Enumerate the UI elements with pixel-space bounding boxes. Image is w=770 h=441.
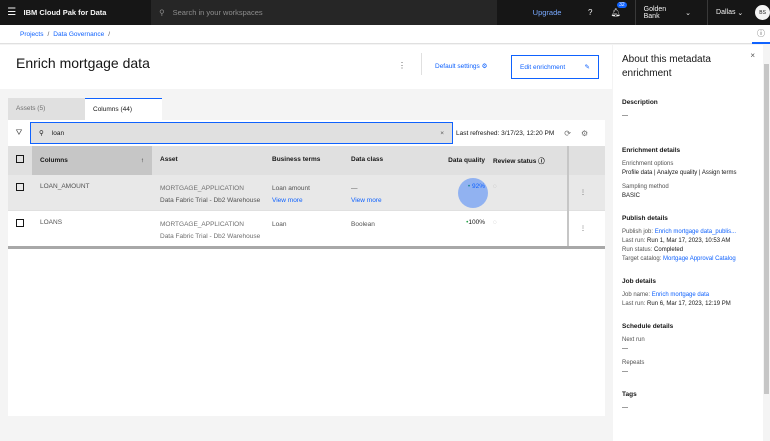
business-term: Loan: [272, 221, 287, 228]
pencil-icon: ✎: [584, 64, 590, 71]
clear-icon[interactable]: ×: [440, 130, 444, 137]
asset-source: Data Fabric Trial - Db2 Warehouse: [160, 197, 261, 204]
filter-icon[interactable]: ⛛: [8, 128, 30, 138]
search-icon: ⚲: [39, 130, 44, 137]
sort-arrow-icon: ↑: [140, 156, 144, 164]
search-icon: ⚲: [159, 8, 165, 17]
global-search[interactable]: ⚲ Search in your workspaces: [151, 0, 497, 25]
tab-assets[interactable]: Assets (5): [8, 98, 85, 120]
table-row[interactable]: LOANS MORTGAGE_APPLICATION Data Fabric Tr…: [8, 211, 605, 247]
upgrade-link[interactable]: Upgrade: [533, 8, 562, 17]
enrichment-heading: Enrichment details: [622, 147, 681, 154]
default-settings-button[interactable]: Default settings ⚙: [435, 62, 487, 70]
options-label: Enrichment options: [622, 161, 674, 167]
tab-columns[interactable]: Columns (44): [85, 98, 162, 120]
notification-icon[interactable]: 🔔︎ 32: [605, 2, 627, 17]
sampling-value: BASIC: [622, 193, 641, 199]
table-toolbar: ⛛ ⚲ loan × Last refreshed: 3/17/23, 12:20 …: [8, 120, 605, 146]
header-columns[interactable]: Columns ↑: [32, 145, 152, 175]
asset-name[interactable]: MORTGAGE_APPLICATION: [160, 183, 272, 195]
settings-icon[interactable]: ⚙: [581, 129, 588, 138]
sampling-label: Sampling method: [622, 184, 669, 190]
table-row[interactable]: LOAN_AMOUNT MORTGAGE_APPLICATION Data Fab…: [8, 175, 605, 211]
job-last-run: Run 6, Mar 17, 2023, 12:19 PM: [647, 301, 731, 307]
header-actions: [567, 145, 597, 175]
row-overflow-menu-icon[interactable]: ⋮: [567, 175, 597, 211]
view-more-link[interactable]: View more: [272, 195, 351, 207]
column-name: LOAN_AMOUNT: [40, 183, 90, 190]
run-status: Completed: [654, 247, 684, 253]
asset-name[interactable]: MORTGAGE_APPLICATION: [160, 219, 272, 231]
columns-table: ⛛ ⚲ loan × Last refreshed: 3/17/23, 12:20 …: [8, 120, 605, 416]
details-panel: × About this metadata enrichment Descrip…: [613, 45, 763, 441]
region-switcher[interactable]: Dallas ⌄: [707, 0, 751, 25]
page-header: Enrich mortgage data ⋮ Default settings …: [0, 45, 612, 89]
gear-icon: ⚙: [481, 63, 488, 70]
description-value: —: [622, 113, 628, 119]
next-run-label: Next run: [622, 337, 645, 343]
brand[interactable]: IBM Cloud Pak for Data: [24, 8, 152, 17]
info-icon: ⓘ: [538, 158, 545, 165]
header-asset[interactable]: Asset: [152, 154, 272, 166]
refresh-icon[interactable]: ⟳: [564, 129, 571, 138]
publish-last-run: Run 1, Mar 17, 2023, 10:53 AM: [647, 238, 731, 244]
horizontal-scrollbar[interactable]: [8, 246, 605, 249]
avatar[interactable]: BS: [755, 5, 770, 20]
options-value: Profile data | Analyze quality | Assign …: [622, 170, 737, 176]
job-name-link[interactable]: Enrich mortgage data: [652, 292, 709, 298]
panel-title: About this metadata enrichment: [622, 54, 711, 79]
last-refreshed: Last refreshed: 3/17/23, 12:20 PM: [456, 129, 555, 137]
top-nav: ☰ IBM Cloud Pak for Data ⚲ Search in your…: [0, 0, 770, 25]
header-data-quality[interactable]: Data quality: [429, 157, 493, 164]
data-class: Boolean: [351, 221, 375, 228]
repeats-value: —: [622, 369, 628, 375]
help-icon[interactable]: ?: [579, 8, 601, 17]
close-icon[interactable]: ×: [750, 51, 755, 60]
tags-heading: Tags: [622, 391, 637, 398]
overflow-menu-icon[interactable]: ⋮: [398, 61, 406, 70]
page-title: Enrich mortgage data: [16, 55, 150, 71]
account-name: Golden Bank: [643, 5, 667, 20]
row-overflow-menu-icon[interactable]: ⋮: [567, 211, 597, 247]
tags-value: —: [622, 405, 628, 411]
publish-job-link[interactable]: Enrich mortgage data_publis...: [655, 229, 736, 235]
data-class: —: [351, 185, 358, 192]
next-run-value: —: [622, 346, 628, 352]
business-term: Loan amount: [272, 185, 310, 192]
breadcrumb: Projects / Data Governance /: [0, 25, 770, 44]
info-icon[interactable]: ⓘ: [752, 25, 770, 44]
header-data-class[interactable]: Data class: [351, 154, 429, 166]
search-placeholder: Search in your workspaces: [172, 8, 263, 17]
table-header: Columns ↑ Asset Business terms Data class…: [8, 145, 605, 175]
breadcrumb-data-governance[interactable]: Data Governance: [53, 31, 104, 38]
notification-badge: 32: [617, 2, 627, 8]
select-all-checkbox[interactable]: [16, 155, 24, 163]
account-switcher[interactable]: Golden Bank ⌄: [634, 0, 699, 25]
region-name: Dallas: [716, 9, 736, 16]
data-quality-value[interactable]: 100%: [468, 219, 485, 226]
divider: [421, 53, 422, 75]
breadcrumb-projects[interactable]: Projects: [20, 31, 43, 38]
target-catalog-link[interactable]: Mortgage Approval Catalog: [663, 256, 736, 262]
review-status-icon: ◌: [493, 183, 497, 190]
schedule-heading: Schedule details: [622, 323, 674, 330]
cursor-highlight: [458, 178, 488, 208]
tabs: Assets (5) Columns (44): [8, 98, 162, 120]
view-more-link[interactable]: View more: [351, 195, 429, 207]
job-heading: Job details: [622, 278, 656, 285]
edit-enrichment-button[interactable]: Edit enrichment ✎: [511, 55, 599, 79]
header-review-status[interactable]: Review status ⓘ: [493, 155, 567, 165]
hamburger-menu-icon[interactable]: ☰: [0, 7, 24, 18]
header-business-terms[interactable]: Business terms: [272, 154, 351, 166]
table-search-input[interactable]: ⚲ loan ×: [30, 122, 453, 144]
row-checkbox[interactable]: [16, 219, 24, 227]
review-status-icon: ◌: [493, 219, 497, 226]
publish-heading: Publish details: [622, 215, 668, 222]
row-checkbox[interactable]: [16, 183, 24, 191]
repeats-label: Repeats: [622, 360, 645, 366]
asset-source: Data Fabric Trial - Db2 Warehouse: [160, 233, 261, 240]
panel-scrollbar[interactable]: [763, 52, 770, 441]
column-name: LOANS: [40, 219, 63, 226]
description-heading: Description: [622, 99, 658, 106]
